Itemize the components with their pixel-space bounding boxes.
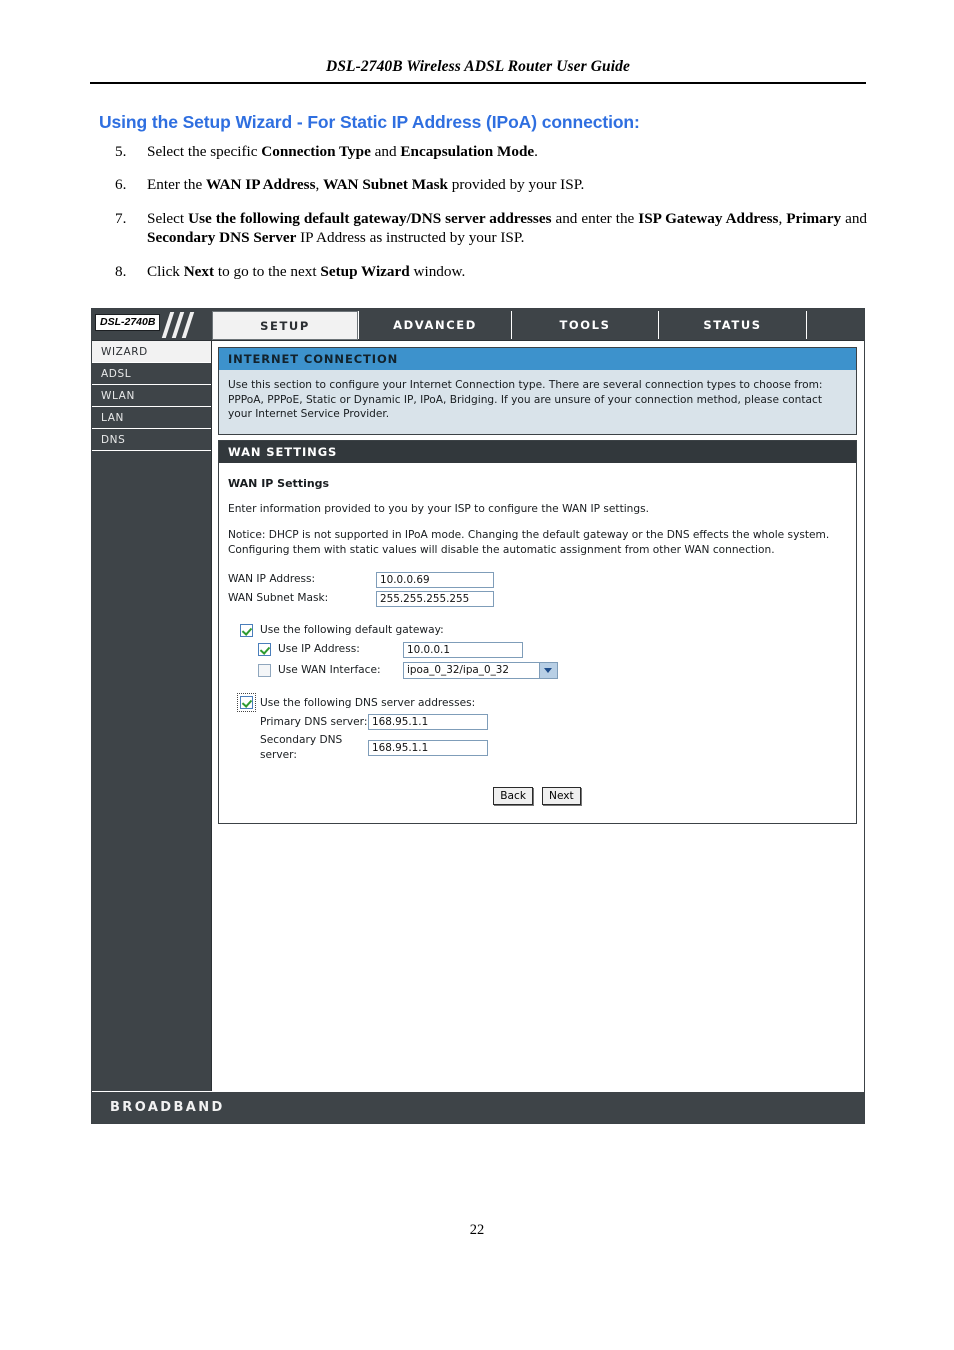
- list-item-text: Click Next to go to the next Setup Wizar…: [147, 262, 466, 280]
- primary-dns-label: Primary DNS server:: [260, 715, 368, 728]
- instruction-list: 5. Select the specific Connection Type a…: [99, 142, 867, 295]
- list-item-number: 8.: [115, 262, 127, 280]
- document-running-header: DSL-2740B Wireless ADSL Router User Guid…: [326, 58, 630, 75]
- list-item-text: Select Use the following default gateway…: [147, 209, 868, 247]
- default-gateway-checkbox-row[interactable]: Use the following default gateway:: [228, 623, 846, 638]
- list-item: 5. Select the specific Connection Type a…: [99, 142, 867, 161]
- wan-ip-settings-subheading: WAN IP Settings: [228, 476, 330, 490]
- router-model-logo: DSL-2740B: [95, 314, 161, 331]
- use-ip-address-checkbox[interactable]: [258, 643, 271, 657]
- dns-servers-checkbox-row[interactable]: Use the following DNS server addresses:: [228, 693, 846, 713]
- secondary-dns-input[interactable]: [368, 740, 488, 757]
- primary-dns-row: Primary DNS server:: [228, 714, 846, 731]
- internet-connection-description: Use this section to configure your Inter…: [219, 370, 856, 434]
- wan-settings-panel: WAN SETTINGS WAN IP Settings Enter infor…: [218, 439, 857, 825]
- wizard-button-row: Back Next: [228, 787, 846, 806]
- router-sidebar: WIZARD ADSL WLAN LAN DNS: [92, 341, 212, 1091]
- router-footer: BROADBAND: [92, 1091, 864, 1123]
- dns-servers-checkbox-label: Use the following DNS server addresses:: [260, 696, 476, 709]
- wan-settings-notice-text: Notice: DHCP is not supported in IPoA mo…: [228, 529, 830, 556]
- tab-filler: [806, 311, 864, 339]
- wan-interface-selected-value: ipoa_0_32/ipa_0_32: [407, 663, 510, 676]
- default-gateway-checkbox[interactable]: [240, 623, 253, 637]
- sidebar-item-dns[interactable]: DNS: [92, 429, 211, 451]
- tab-tools[interactable]: TOOLS: [511, 311, 658, 339]
- sidebar-item-wizard[interactable]: WIZARD: [92, 341, 211, 363]
- list-item-number: 7.: [115, 209, 127, 227]
- next-button[interactable]: Next: [542, 787, 581, 806]
- use-wan-interface-checkbox[interactable]: [258, 663, 271, 677]
- list-item-number: 6.: [115, 176, 127, 194]
- router-footer-label: BROADBAND: [110, 1100, 225, 1115]
- wan-settings-intro-text: Enter information provided to you by you…: [228, 503, 649, 516]
- list-item: 6. Enter the WAN IP Address, WAN Subnet …: [99, 175, 867, 194]
- page-title: Using the Setup Wizard - For Static IP A…: [99, 112, 640, 132]
- use-ip-address-row[interactable]: Use IP Address:: [228, 641, 846, 658]
- page-number: 22: [469, 1222, 485, 1238]
- list-item-text: Select the specific Connection Type and …: [147, 143, 538, 160]
- wan-subnet-mask-label: WAN Subnet Mask:: [228, 592, 329, 605]
- use-ip-address-label: Use IP Address:: [278, 643, 360, 656]
- secondary-dns-row: Secondary DNS server:: [228, 733, 846, 763]
- use-wan-interface-label: Use WAN Interface:: [278, 663, 381, 676]
- wan-ip-form: WAN IP Address: WAN Subnet Mask: Use the…: [228, 571, 846, 806]
- list-item-text: Enter the WAN IP Address, WAN Subnet Mas…: [147, 176, 585, 194]
- primary-dns-input[interactable]: [368, 714, 488, 731]
- list-item: 8. Click Next to go to the next Setup Wi…: [99, 262, 867, 281]
- wan-settings-title: WAN SETTINGS: [219, 440, 856, 463]
- wan-ip-address-input[interactable]: [376, 571, 494, 588]
- internet-connection-panel: INTERNET CONNECTION Use this section to …: [218, 347, 857, 435]
- sidebar-item-adsl[interactable]: ADSL: [92, 363, 211, 385]
- default-gateway-checkbox-label: Use the following default gateway:: [260, 623, 444, 636]
- sidebar-item-wlan[interactable]: WLAN: [92, 385, 211, 407]
- tab-advanced[interactable]: ADVANCED: [358, 311, 511, 339]
- secondary-dns-label: Secondary DNS server:: [260, 734, 343, 762]
- back-button[interactable]: Back: [493, 787, 534, 806]
- wan-subnet-mask-row: WAN Subnet Mask:: [228, 590, 846, 607]
- tab-setup[interactable]: SETUP: [212, 311, 358, 340]
- wan-ip-address-row: WAN IP Address:: [228, 571, 846, 588]
- use-wan-interface-row[interactable]: Use WAN Interface: ipoa_0_32/ipa_0_32: [228, 661, 846, 679]
- router-admin-screenshot: DSL-2740B SETUP ADVANCED TOOLS STATUS WI…: [91, 308, 865, 1124]
- router-content-area: INTERNET CONNECTION Use this section to …: [212, 341, 864, 1091]
- tab-status[interactable]: STATUS: [658, 311, 806, 339]
- wan-settings-body: WAN IP Settings Enter information provid…: [219, 462, 856, 824]
- dns-servers-checkbox[interactable]: [237, 693, 256, 713]
- wan-ip-address-label: WAN IP Address:: [228, 573, 316, 586]
- router-brand: DSL-2740B: [92, 309, 212, 341]
- use-ip-address-input[interactable]: [403, 641, 523, 658]
- brand-slash-icon: [181, 312, 195, 338]
- list-item-number: 5.: [115, 143, 127, 160]
- wan-subnet-mask-input[interactable]: [376, 590, 494, 607]
- sidebar-item-lan[interactable]: LAN: [92, 407, 211, 429]
- router-top-nav: DSL-2740B SETUP ADVANCED TOOLS STATUS: [92, 309, 864, 341]
- list-item: 7. Select Use the following default gate…: [99, 209, 867, 248]
- wan-interface-select[interactable]: ipoa_0_32/ipa_0_32: [403, 661, 558, 679]
- header-divider: [90, 82, 866, 84]
- internet-connection-title: INTERNET CONNECTION: [219, 348, 856, 370]
- chevron-down-icon[interactable]: [539, 662, 557, 678]
